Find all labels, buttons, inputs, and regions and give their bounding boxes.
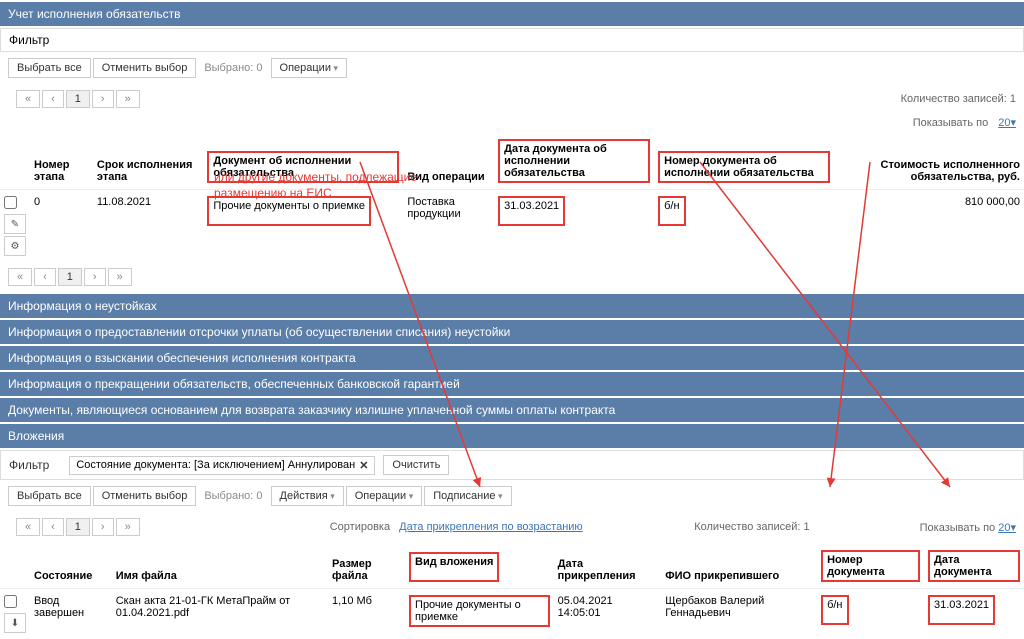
row-checkbox[interactable]	[4, 595, 17, 608]
accordion-deferral[interactable]: Информация о предоставлении отсрочки упл…	[0, 320, 1024, 344]
gear-icon[interactable]: ⚙	[4, 236, 26, 256]
table-header-row: Номер этапа Срок исполнения этапа Докуме…	[0, 133, 1024, 190]
pager-next[interactable]: ›	[84, 268, 106, 286]
selected-count-2: Выбрано: 0	[198, 490, 268, 502]
filter-label[interactable]: Фильтр	[0, 28, 1024, 52]
col-stage: Номер этапа	[30, 133, 93, 190]
pager-last[interactable]: »	[108, 268, 132, 286]
show-per-label: Показывать по	[913, 117, 989, 129]
filter-label-2: Фильтр	[9, 458, 49, 472]
table-row[interactable]: ⬇ Ввод завершен Скан акта 21-01-ГК МетаП…	[0, 589, 1024, 639]
cell-filename: Скан акта 21-01-ГК МетаПрайм от 01.04.20…	[112, 589, 328, 639]
pager-prev[interactable]: ‹	[34, 268, 56, 286]
cell-user: Щербаков Валерий Геннадьевич	[661, 589, 817, 639]
deselect-button[interactable]: Отменить выбор	[93, 58, 197, 78]
pager-info-row: « ‹ 1 › » Количество записей: 1	[0, 82, 1024, 116]
cell-stage: 0	[30, 190, 93, 263]
cell-doc: Прочие документы о приемке	[207, 196, 371, 226]
col-doc-date-2: Дата документа	[924, 544, 1024, 589]
pager-bottom-1: « ‹ 1 › »	[0, 262, 1024, 292]
filter-row-attachments: Фильтр Состояние документа: [За исключен…	[0, 450, 1024, 480]
pager-prev[interactable]: ‹	[42, 90, 64, 108]
col-doc-num: Номер документа об исполнении обязательс…	[654, 133, 834, 190]
sort-value[interactable]: Дата прикрепления по возрастанию	[399, 521, 583, 533]
col-op: Вид операции	[403, 133, 494, 190]
attachments-table: Состояние Имя файла Размер файла Вид вло…	[0, 544, 1024, 639]
col-doc-date: Дата документа об исполнении обязательст…	[494, 133, 654, 190]
filter-chip: Состояние документа: [За исключением] Ан…	[69, 456, 375, 475]
cell-doc-date: 31.03.2021	[498, 196, 565, 226]
col-filename: Имя файла	[112, 544, 328, 589]
section-attachments-header: Вложения	[0, 424, 1024, 448]
select-all-button-2[interactable]: Выбрать все	[8, 486, 91, 506]
cell-att-type: Прочие документы о приемке	[409, 595, 550, 627]
pager-first[interactable]: «	[16, 90, 40, 108]
pager-first[interactable]: «	[16, 518, 40, 536]
clear-filter-button[interactable]: Очистить	[383, 455, 449, 475]
col-due: Срок исполнения этапа	[93, 133, 203, 190]
pager-prev[interactable]: ‹	[42, 518, 64, 536]
cell-doc-date-2: 31.03.2021	[928, 595, 995, 625]
pager-top: « ‹ 1 › »	[8, 86, 148, 112]
col-state: Состояние	[30, 544, 112, 589]
toolbar-section2: Выбрать все Отменить выбор Выбрано: 0 Де…	[0, 482, 1024, 510]
download-icon[interactable]: ⬇	[4, 613, 26, 633]
cell-cost: 810 000,00	[834, 190, 1024, 263]
accordion-penalties[interactable]: Информация о неустойках	[0, 294, 1024, 318]
accordion-refund-docs[interactable]: Документы, являющиеся основанием для воз…	[0, 398, 1024, 422]
accordion-termination[interactable]: Информация о прекращении обязательств, о…	[0, 372, 1024, 396]
pager-page-1[interactable]: 1	[58, 268, 82, 286]
select-all-button[interactable]: Выбрать все	[8, 58, 91, 78]
records-count-2: Количество записей: 1	[694, 521, 809, 533]
cell-filesize: 1,10 Мб	[328, 589, 405, 639]
toolbar-section1: Выбрать все Отменить выбор Выбрано: 0 Оп…	[0, 54, 1024, 82]
sort-label: Сортировка	[330, 521, 390, 533]
cell-op: Поставка продукции	[403, 190, 494, 263]
col-doc: Документ об исполнении обязательства	[203, 133, 403, 190]
edit-icon[interactable]: ✎	[4, 214, 26, 234]
pager-page-1[interactable]: 1	[66, 90, 90, 108]
signing-dropdown[interactable]: Подписание	[424, 486, 511, 506]
cell-doc-num: б/н	[658, 196, 685, 226]
show-per-label-2: Показывать по	[920, 522, 996, 534]
table-header-row: Состояние Имя файла Размер файла Вид вло…	[0, 544, 1024, 589]
table-row[interactable]: ✎ ⚙ 0 11.08.2021 Прочие документы о прие…	[0, 190, 1024, 263]
col-doc-num-2: Номер документа	[817, 544, 924, 589]
pager-top-2: « ‹ 1 › »	[8, 514, 148, 540]
cell-att-date: 05.04.2021 14:05:01	[554, 589, 662, 639]
deselect-button-2[interactable]: Отменить выбор	[93, 486, 197, 506]
col-cost: Стоимость исполненного обязательства, ру…	[834, 133, 1024, 190]
section-obligations-header: Учет исполнения обязательств	[0, 2, 1024, 26]
cell-doc-num-2: б/н	[821, 595, 848, 625]
col-att-type: Вид вложения	[405, 544, 554, 589]
chip-remove-icon[interactable]: ✕	[359, 459, 368, 472]
pager-last[interactable]: »	[116, 90, 140, 108]
show-per-value-2[interactable]: 20▾	[998, 522, 1016, 534]
pager-next[interactable]: ›	[92, 90, 114, 108]
cell-due: 11.08.2021	[93, 190, 203, 263]
pager-page-1[interactable]: 1	[66, 518, 90, 536]
obligations-table: Номер этапа Срок исполнения этапа Докуме…	[0, 133, 1024, 262]
pager-next[interactable]: ›	[92, 518, 114, 536]
col-user: ФИО прикрепившего	[661, 544, 817, 589]
pager-info-row-2: « ‹ 1 › » Сортировка Дата прикрепления п…	[0, 510, 1024, 544]
records-count: Количество записей: 1	[901, 93, 1016, 105]
selected-count: Выбрано: 0	[198, 62, 268, 74]
pager-first[interactable]: «	[8, 268, 32, 286]
pager-last[interactable]: »	[116, 518, 140, 536]
accordion-collection[interactable]: Информация о взыскании обеспечения испол…	[0, 346, 1024, 370]
row-checkbox[interactable]	[4, 196, 17, 209]
operations-dropdown[interactable]: Операции	[271, 58, 348, 78]
cell-state: Ввод завершен	[30, 589, 112, 639]
operations-dropdown-2[interactable]: Операции	[346, 486, 423, 506]
actions-dropdown[interactable]: Действия	[271, 486, 344, 506]
show-per-value[interactable]: 20▾	[998, 116, 1016, 129]
col-att-date: Дата прикрепления	[554, 544, 662, 589]
col-filesize: Размер файла	[328, 544, 405, 589]
